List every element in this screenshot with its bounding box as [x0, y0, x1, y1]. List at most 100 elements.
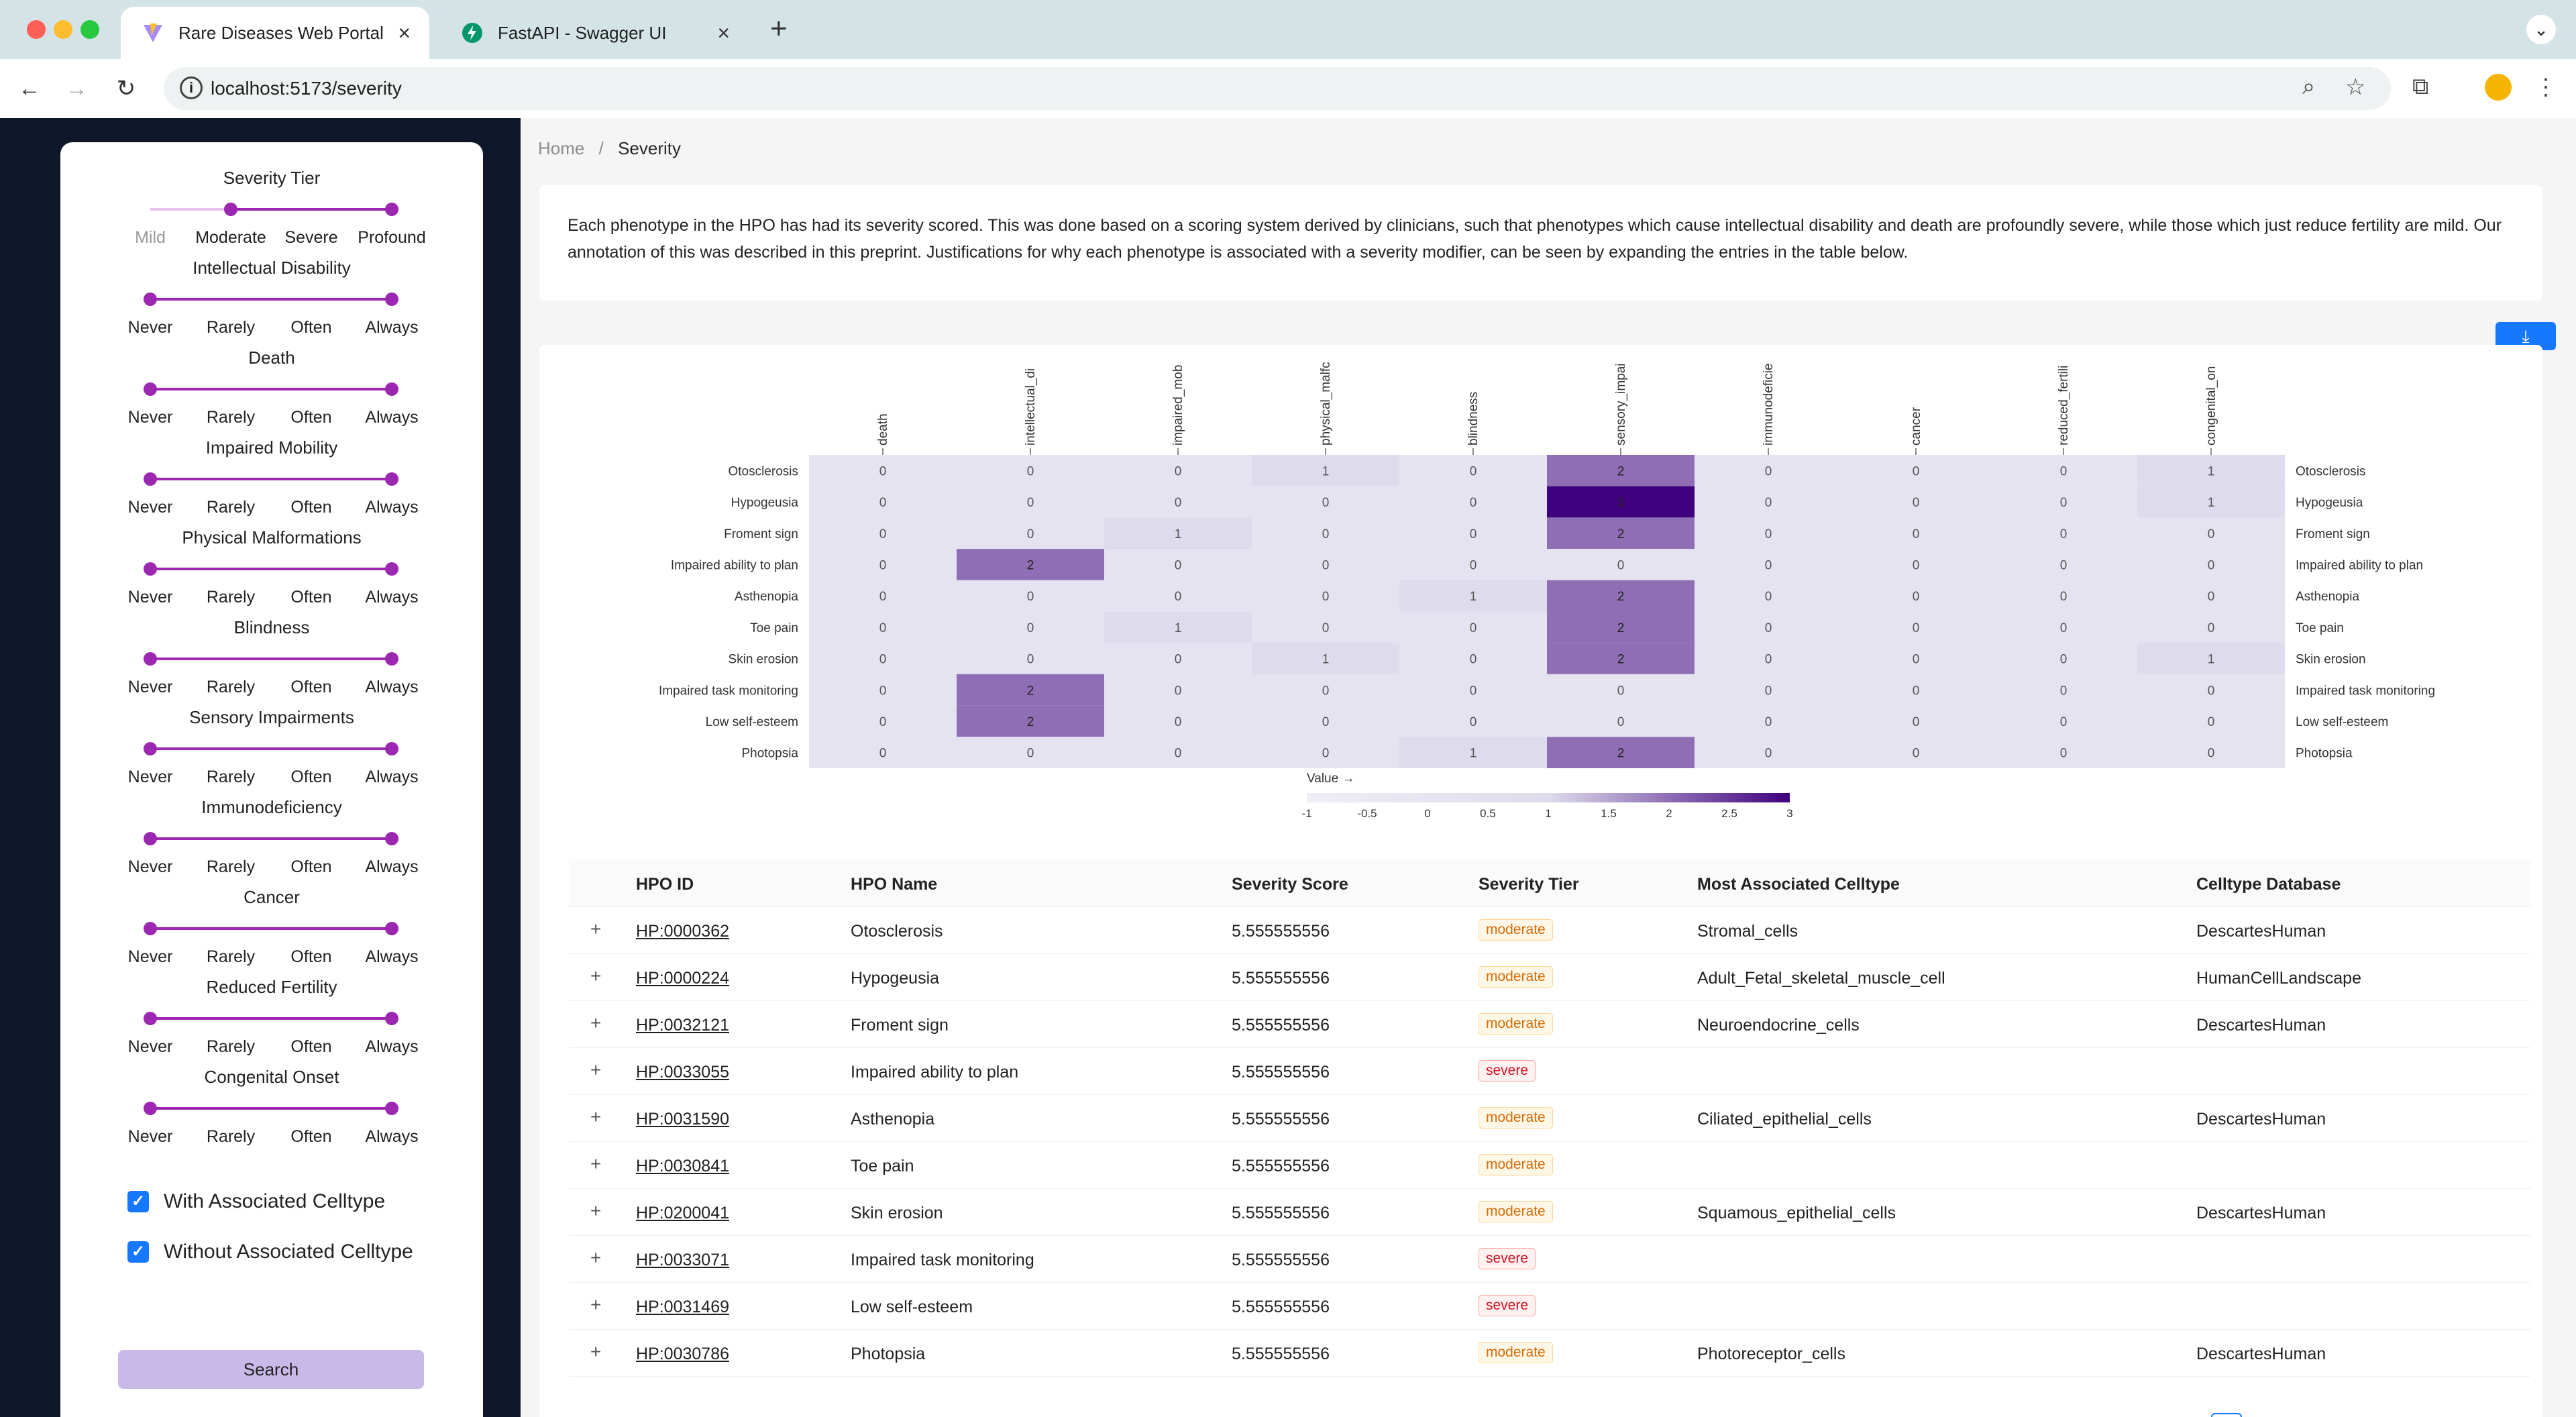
table-row[interactable]: + HP:0000224 Hypogeusia 5.555555556 moderate… — [569, 954, 2530, 1001]
slider-handle-min[interactable] — [144, 382, 157, 396]
hpo-id-link[interactable]: HP:0030841 — [636, 1157, 729, 1176]
page-item[interactable]: 11 — [2143, 1413, 2169, 1417]
tab-search-chevron-icon[interactable]: ⌄ — [2526, 15, 2556, 44]
table-row[interactable]: + HP:0000362 Otosclerosis 5.555555556 modera… — [569, 907, 2530, 954]
back-arrow-icon[interactable]: ← — [13, 72, 46, 105]
expand-row-icon[interactable]: + — [590, 1061, 608, 1080]
page-item[interactable]: 15 — [2278, 1413, 2305, 1417]
heatmap-cell-label: 1 — [1470, 590, 1477, 604]
page-item[interactable]: 12 — [2176, 1413, 2203, 1417]
table-row[interactable]: + HP:0200041 Skin erosion 5.555555556 modera… — [569, 1189, 2530, 1236]
hpo-id-link[interactable]: HP:0030786 — [636, 1345, 729, 1364]
slider-handle-min[interactable] — [144, 472, 157, 486]
slider-handle-min[interactable] — [144, 1102, 157, 1115]
slider-handle-max[interactable] — [385, 742, 398, 755]
slider-handle-max[interactable] — [385, 203, 398, 216]
table-row[interactable]: + HP:0031469 Low self-esteem 5.555555556 sev… — [569, 1283, 2530, 1330]
expand-row-icon[interactable]: + — [590, 1296, 608, 1314]
tab-swagger[interactable]: FastAPI - Swagger UI × — [440, 7, 749, 59]
expand-row-icon[interactable]: + — [590, 1155, 608, 1173]
hpo-id-link[interactable]: HP:0031469 — [636, 1298, 729, 1317]
slider-handle-max[interactable] — [385, 832, 398, 845]
expand-row-icon[interactable]: + — [590, 920, 608, 939]
tick-label: Always — [365, 947, 419, 966]
column-header[interactable]: Most Associated Celltype — [1697, 875, 1900, 894]
column-header[interactable]: Severity Score — [1232, 875, 1348, 894]
slider-handle-min[interactable] — [144, 922, 157, 935]
reload-icon[interactable]: ↻ — [110, 72, 142, 105]
with-celltype-checkbox[interactable]: ✓ With Associated Celltype — [127, 1190, 385, 1213]
hpo-id-link[interactable]: HP:0033055 — [636, 1063, 729, 1082]
slider-handle-min[interactable] — [224, 203, 237, 216]
tick-label: Rarely — [206, 768, 256, 786]
table-row[interactable]: + HP:0031590 Asthenopia 5.555555556 moderate… — [569, 1095, 2530, 1142]
table-row[interactable]: + HP:0030841 Toe pain 5.555555556 moderate — [569, 1142, 2530, 1189]
slider-handle-max[interactable] — [385, 293, 398, 306]
without-celltype-checkbox[interactable]: ✓ Without Associated Celltype — [127, 1241, 413, 1263]
minimize-window-button[interactable] — [54, 20, 72, 39]
slider-handle-max[interactable] — [385, 472, 398, 486]
page-item[interactable]: 13 — [2211, 1413, 2242, 1417]
table-row[interactable]: + HP:0033055 Impaired ability to plan 5.555… — [569, 1048, 2530, 1095]
expand-row-icon[interactable]: + — [590, 1014, 608, 1033]
expand-row-icon[interactable]: + — [590, 967, 608, 986]
hpo-id-link[interactable]: HP:0200041 — [636, 1204, 729, 1223]
page-size-select[interactable]: 10 / page ⌄ — [2419, 1413, 2533, 1417]
close-tab-icon[interactable]: × — [398, 22, 411, 44]
profile-avatar[interactable] — [2485, 74, 2512, 101]
slider-handle-min[interactable] — [144, 652, 157, 666]
new-tab-icon[interactable]: + — [770, 12, 788, 46]
next-page-icon[interactable]: › — [2390, 1413, 2410, 1417]
breadcrumb-home[interactable]: Home — [538, 138, 584, 158]
site-info-icon[interactable]: i — [180, 76, 203, 99]
slider-handle-max[interactable] — [385, 652, 398, 666]
y-label-left: Asthenopia — [735, 590, 799, 604]
page-item[interactable]: 14 — [2246, 1413, 2273, 1417]
heatmap-cell-label: 2 — [1027, 684, 1034, 698]
close-window-button[interactable] — [27, 20, 46, 39]
extensions-icon[interactable]: ⧉ — [2412, 74, 2428, 100]
expand-row-icon[interactable]: + — [590, 1249, 608, 1267]
hpo-id-link[interactable]: HP:0032121 — [636, 1016, 729, 1035]
table-row[interactable]: + HP:0032121 Froment sign 5.555555556 modera… — [569, 1001, 2530, 1048]
expand-row-icon[interactable]: + — [590, 1343, 608, 1361]
column-header[interactable]: Celltype Database — [2196, 875, 2341, 894]
hpo-id-link[interactable]: HP:0033071 — [636, 1251, 729, 1270]
slider-handle-min[interactable] — [144, 832, 157, 845]
address-bar[interactable]: i localhost:5173/severity — [164, 67, 2391, 110]
slider-handle-max[interactable] — [385, 562, 398, 576]
page-item[interactable]: 1 — [2077, 1413, 2104, 1417]
column-header[interactable]: HPO ID — [636, 875, 694, 894]
expand-row-icon[interactable]: + — [590, 1108, 608, 1126]
expand-row-icon[interactable]: + — [590, 1202, 608, 1220]
slider-handle-max[interactable] — [385, 922, 398, 935]
close-tab-icon[interactable]: × — [717, 22, 730, 44]
heatmap-cell-label: 1 — [2208, 653, 2215, 667]
hpo-id-link[interactable]: HP:0031590 — [636, 1110, 729, 1129]
maximize-window-button[interactable] — [80, 20, 99, 39]
column-header[interactable]: HPO Name — [851, 875, 937, 894]
page-item[interactable]: 622 — [2343, 1413, 2380, 1417]
legend-gradient — [1307, 793, 1790, 802]
page-item[interactable]: ••• — [2108, 1413, 2145, 1417]
slider-handle-max[interactable] — [385, 382, 398, 396]
prev-page-icon[interactable]: ‹ — [2045, 1413, 2065, 1417]
slider-handle-min[interactable] — [144, 1012, 157, 1025]
slider-handle-min[interactable] — [144, 742, 157, 755]
zoom-icon[interactable]: ⌕ — [2302, 74, 2315, 100]
search-button[interactable]: Search — [118, 1350, 424, 1389]
bookmark-star-icon[interactable]: ☆ — [2345, 74, 2365, 101]
table-row[interactable]: + HP:0033071 Impaired task monitoring 5.555… — [569, 1236, 2530, 1283]
slider-handle-max[interactable] — [385, 1102, 398, 1115]
slider-handle-min[interactable] — [144, 293, 157, 306]
tab-rare-diseases[interactable]: Rare Diseases Web Portal × — [121, 7, 429, 59]
hpo-id-link[interactable]: HP:0000224 — [636, 969, 729, 988]
forward-arrow-icon[interactable]: → — [60, 72, 93, 105]
browser-menu-icon[interactable]: ⋮ — [2534, 74, 2557, 101]
hpo-id-link[interactable]: HP:0000362 — [636, 922, 729, 941]
column-header[interactable]: Severity Tier — [1479, 875, 1579, 894]
slider-handle-min[interactable] — [144, 562, 157, 576]
slider-handle-max[interactable] — [385, 1012, 398, 1025]
table-row[interactable]: + HP:0030786 Photopsia 5.555555556 moderate P… — [569, 1330, 2530, 1377]
heatmap-cell-label: 0 — [1470, 464, 1477, 478]
